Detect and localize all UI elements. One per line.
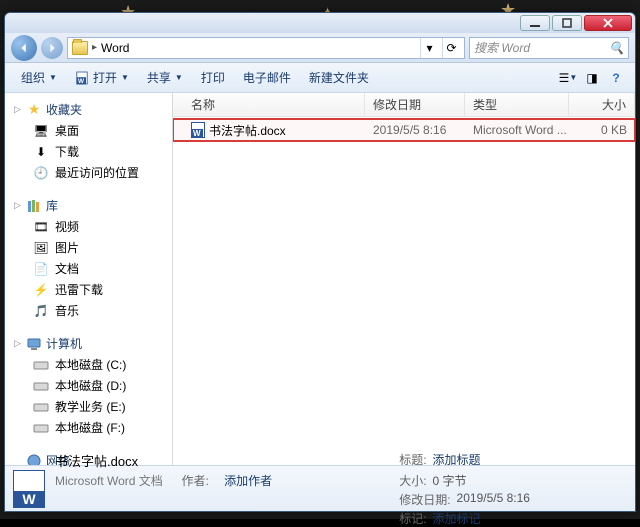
explorer-window: ▸ Word ▾ ⟳ 搜索 Word 🔍 组织▼ 打开▼ 共享▼ 打印 电子邮件… (4, 12, 636, 512)
video-icon: 🎞 (33, 219, 49, 235)
sidebar-computer[interactable]: ▷计算机 (5, 333, 172, 354)
drive-icon (33, 399, 49, 415)
column-headers: 名称 修改日期 类型 大小 (173, 93, 635, 117)
forward-button[interactable] (41, 37, 63, 59)
col-type[interactable]: 类型 (465, 93, 569, 116)
sidebar-item-pictures[interactable]: 🖼图片 (5, 237, 172, 258)
search-icon: 🔍 (609, 41, 624, 55)
search-input[interactable]: 搜索 Word 🔍 (469, 37, 629, 59)
details-tags[interactable]: 添加标记 (433, 510, 481, 527)
file-size: 0 KB (569, 123, 635, 137)
recent-icon: 🕘 (33, 165, 49, 181)
sidebar-drive-d[interactable]: 本地磁盘 (D:) (5, 375, 172, 396)
star-icon: ★ (26, 102, 42, 118)
path-segment: Word (101, 41, 129, 55)
drive-icon (33, 420, 49, 436)
email-button[interactable]: 电子邮件 (235, 65, 299, 90)
download-icon: ⬇ (33, 144, 49, 160)
toolbar: 组织▼ 打开▼ 共享▼ 打印 电子邮件 新建文件夹 ☰▼ ◨ ? (5, 63, 635, 93)
search-placeholder: 搜索 Word (474, 39, 530, 56)
desktop-icon: 🖥 (33, 123, 49, 139)
thunder-icon: ⚡ (33, 282, 49, 298)
file-name: 书法字帖.docx (209, 122, 286, 139)
col-size[interactable]: 大小 (569, 93, 635, 116)
sidebar-item-recent[interactable]: 🕘最近访问的位置 (5, 162, 172, 183)
library-icon (26, 198, 42, 214)
new-folder-button[interactable]: 新建文件夹 (301, 65, 377, 90)
details-filetype: Microsoft Word 文档 (55, 472, 163, 489)
back-button[interactable] (11, 35, 37, 61)
sidebar-item-desktop[interactable]: 🖥桌面 (5, 120, 172, 141)
chevron-right-icon: ▸ (92, 42, 97, 53)
path-dropdown[interactable]: ▾ (420, 38, 438, 58)
network-icon (26, 453, 42, 466)
open-menu[interactable]: 打开▼ (67, 65, 137, 90)
help-button[interactable]: ? (605, 67, 627, 89)
word-doc-icon (191, 122, 205, 138)
folder-icon (72, 41, 88, 55)
word-doc-large-icon (13, 470, 45, 508)
document-icon: 📄 (33, 261, 49, 277)
sidebar: ▷★收藏夹 🖥桌面 ⬇下载 🕘最近访问的位置 ▷库 🎞视频 🖼图片 📄文档 ⚡迅… (5, 93, 173, 465)
col-name[interactable]: 名称 (183, 93, 365, 116)
close-button[interactable] (584, 15, 632, 31)
address-bar[interactable]: ▸ Word ▾ ⟳ (67, 37, 465, 59)
view-options-button[interactable]: ☰▼ (557, 67, 579, 89)
file-row[interactable]: 书法字帖.docx 2019/5/5 8:16 Microsoft Word .… (173, 119, 635, 141)
col-date[interactable]: 修改日期 (365, 93, 465, 116)
details-filename: 书法字帖.docx (55, 451, 369, 470)
sidebar-item-music[interactable]: 🎵音乐 (5, 300, 172, 321)
titlebar (5, 13, 635, 33)
maximize-button[interactable] (552, 15, 582, 31)
sidebar-drive-f[interactable]: 本地磁盘 (F:) (5, 417, 172, 438)
organize-menu[interactable]: 组织▼ (13, 65, 65, 90)
picture-icon: 🖼 (33, 240, 49, 256)
drive-icon (33, 357, 49, 373)
details-author[interactable]: 添加作者 (224, 472, 272, 489)
sidebar-favorites[interactable]: ▷★收藏夹 (5, 99, 172, 120)
details-title[interactable]: 添加标题 (433, 451, 481, 470)
preview-pane-button[interactable]: ◨ (581, 67, 603, 89)
file-type: Microsoft Word ... (465, 123, 569, 137)
computer-icon (26, 336, 42, 352)
share-menu[interactable]: 共享▼ (139, 65, 191, 90)
sidebar-item-videos[interactable]: 🎞视频 (5, 216, 172, 237)
drive-icon (33, 378, 49, 394)
sidebar-item-downloads[interactable]: ⬇下载 (5, 141, 172, 162)
sidebar-drive-c[interactable]: 本地磁盘 (C:) (5, 354, 172, 375)
refresh-button[interactable]: ⟳ (442, 38, 460, 58)
details-size: 0 字节 (433, 472, 467, 489)
sidebar-item-thunder[interactable]: ⚡迅雷下载 (5, 279, 172, 300)
sidebar-drive-e[interactable]: 教学业务 (E:) (5, 396, 172, 417)
file-date: 2019/5/5 8:16 (365, 123, 465, 137)
minimize-button[interactable] (520, 15, 550, 31)
details-pane: 书法字帖.docx 标题:添加标题 Microsoft Word 文档 作者: … (5, 465, 635, 511)
sidebar-libraries[interactable]: ▷库 (5, 195, 172, 216)
nav-row: ▸ Word ▾ ⟳ 搜索 Word 🔍 (5, 33, 635, 63)
sidebar-item-documents[interactable]: 📄文档 (5, 258, 172, 279)
music-icon: 🎵 (33, 303, 49, 319)
details-modified: 2019/5/5 8:16 (457, 491, 530, 508)
print-button[interactable]: 打印 (193, 65, 233, 90)
file-list-pane: 名称 修改日期 类型 大小 书法字帖.docx 2019/5/5 8:16 Mi… (173, 93, 635, 465)
